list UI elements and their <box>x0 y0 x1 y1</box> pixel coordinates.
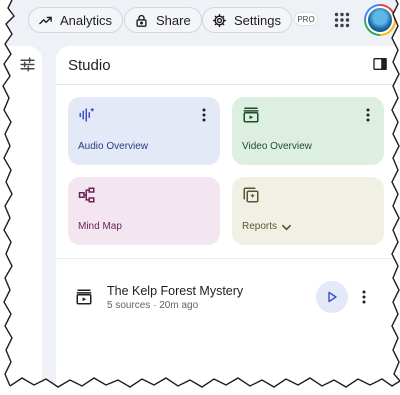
reports-icon <box>243 187 259 203</box>
reports-card[interactable]: Reports <box>232 177 384 245</box>
top-bar: Analytics Share Settings PRO <box>0 0 400 40</box>
more-vertical-icon[interactable] <box>196 107 212 123</box>
section-divider <box>56 258 400 259</box>
play-icon <box>328 291 337 303</box>
share-label: Share <box>156 12 191 28</box>
pro-badge: PRO <box>294 12 318 26</box>
play-button[interactable] <box>316 281 348 313</box>
reports-label: Reports <box>242 221 278 232</box>
more-vertical-icon[interactable] <box>360 107 376 123</box>
video-icon <box>76 289 92 305</box>
lock-icon <box>136 14 147 27</box>
note-title: The Kelp Forest Mystery <box>107 284 244 298</box>
avatar[interactable] <box>364 4 396 36</box>
panel-right-icon[interactable] <box>372 56 388 72</box>
analytics-label: Analytics <box>60 12 113 28</box>
header-divider <box>56 84 400 85</box>
audio-overview-card[interactable]: Audio Overview <box>68 97 220 165</box>
chevron-down-icon[interactable] <box>281 222 292 233</box>
analytics-button[interactable]: Analytics <box>28 7 124 33</box>
app-frame: Analytics Share Settings PRO Studio Audi… <box>0 0 400 395</box>
video-overview-label: Video Overview <box>242 141 312 152</box>
apps-grid-icon[interactable] <box>334 12 350 28</box>
more-vertical-icon[interactable] <box>356 289 372 305</box>
note-meta: 5 sources · 20m ago <box>107 300 199 311</box>
mind-map-label: Mind Map <box>78 221 122 232</box>
mind-map-card[interactable]: Mind Map <box>68 177 220 245</box>
video-overview-card[interactable]: Video Overview <box>232 97 384 165</box>
trending-up-icon <box>39 16 52 24</box>
studio-title: Studio <box>68 57 111 74</box>
mind-map-icon <box>78 187 95 203</box>
list-item[interactable]: The Kelp Forest Mystery 5 sources · 20m … <box>56 272 400 322</box>
gear-icon <box>212 13 227 27</box>
share-button[interactable]: Share <box>124 7 202 33</box>
sound-wave-sparkle-icon <box>79 107 95 122</box>
studio-panel: Studio Audio Overview Video Overview Min… <box>56 46 400 395</box>
video-icon <box>243 107 259 123</box>
tune-icon[interactable] <box>19 56 36 73</box>
avatar-image <box>366 6 394 34</box>
settings-label: Settings <box>234 12 281 28</box>
settings-button[interactable]: Settings <box>202 7 292 33</box>
sources-rail <box>0 46 42 395</box>
audio-overview-label: Audio Overview <box>78 141 149 152</box>
